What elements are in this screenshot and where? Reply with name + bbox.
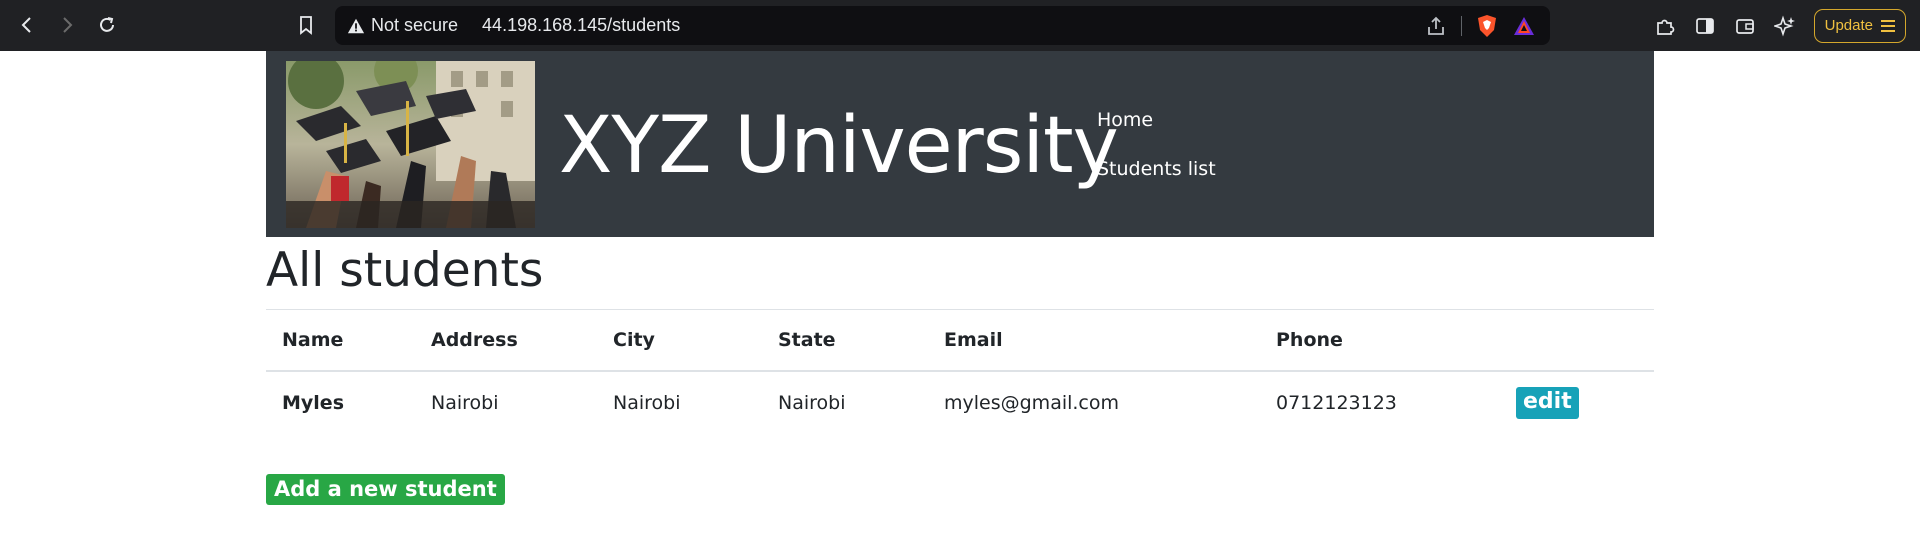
cell-actions: edit bbox=[1500, 371, 1654, 434]
wallet-icon bbox=[1735, 18, 1754, 34]
edit-button[interactable]: edit bbox=[1516, 387, 1579, 419]
cell-email: myles@gmail.com bbox=[944, 392, 1120, 414]
add-student-button[interactable]: Add a new student bbox=[266, 474, 505, 505]
browser-toolbar: Not secure 44.198.168.145/students Updat… bbox=[0, 0, 1920, 51]
column-header-phone: Phone bbox=[1260, 309, 1500, 372]
bookmark-button[interactable] bbox=[292, 11, 320, 39]
leo-ai-button[interactable] bbox=[1773, 14, 1796, 37]
puzzle-icon bbox=[1656, 19, 1674, 35]
wallet-button[interactable] bbox=[1734, 15, 1756, 37]
brave-shield-icon[interactable] bbox=[1476, 14, 1498, 38]
url-text[interactable]: 44.198.168.145/students bbox=[482, 15, 680, 36]
column-header-state: State bbox=[762, 309, 928, 372]
sparkle-icon bbox=[1773, 14, 1795, 37]
column-header-city: City bbox=[597, 309, 762, 372]
cell-city: Nairobi bbox=[613, 392, 681, 414]
nav-link-students-list[interactable]: Students list bbox=[1097, 158, 1216, 180]
divider bbox=[1461, 15, 1462, 36]
update-label: Update bbox=[1824, 17, 1873, 34]
page: XYZ University Home Students list All st… bbox=[0, 51, 1920, 545]
cell-address: Nairobi bbox=[431, 392, 499, 414]
site-header: XYZ University Home Students list bbox=[266, 51, 1654, 237]
table-header-row: Name Address City State Email Phone bbox=[266, 309, 1654, 372]
bookmark-icon bbox=[300, 16, 312, 35]
update-button[interactable]: Update bbox=[1813, 8, 1906, 43]
cell-name: Myles bbox=[282, 392, 345, 414]
site-nav: Home Students list bbox=[1097, 109, 1216, 207]
cell-state: Nairobi bbox=[778, 392, 846, 414]
graduation-caps-image bbox=[286, 61, 535, 228]
back-button[interactable] bbox=[8, 6, 46, 44]
security-status[interactable]: Not secure bbox=[371, 15, 458, 36]
cell-phone: 0712123123 bbox=[1276, 392, 1397, 414]
table-row: Myles Nairobi Nairobi Nairobi myles@gmai… bbox=[266, 371, 1654, 434]
graduation-photo bbox=[286, 61, 535, 228]
forward-button[interactable] bbox=[48, 6, 86, 44]
sidebar-icon bbox=[1695, 17, 1714, 34]
back-arrow-icon bbox=[21, 17, 31, 33]
reload-button[interactable] bbox=[88, 6, 126, 44]
column-header-email: Email bbox=[928, 309, 1260, 372]
forward-arrow-icon bbox=[63, 17, 73, 33]
page-title: All students bbox=[266, 243, 544, 298]
warning-icon bbox=[347, 18, 365, 33]
address-bar[interactable]: Not secure 44.198.168.145/students bbox=[335, 6, 1550, 45]
sidebar-button[interactable] bbox=[1694, 15, 1716, 37]
site-title: XYZ University bbox=[559, 101, 1119, 191]
column-header-actions bbox=[1500, 309, 1654, 372]
reload-icon bbox=[100, 17, 114, 32]
brave-rewards-icon[interactable] bbox=[1512, 15, 1536, 37]
extensions-button[interactable] bbox=[1654, 15, 1676, 37]
menu-icon bbox=[1881, 19, 1895, 32]
column-header-name: Name bbox=[266, 309, 415, 372]
share-icon[interactable] bbox=[1425, 15, 1447, 37]
column-header-address: Address bbox=[415, 309, 597, 372]
nav-link-home[interactable]: Home bbox=[1097, 109, 1216, 131]
students-table: Name Address City State Email Phone Myle… bbox=[266, 309, 1654, 434]
